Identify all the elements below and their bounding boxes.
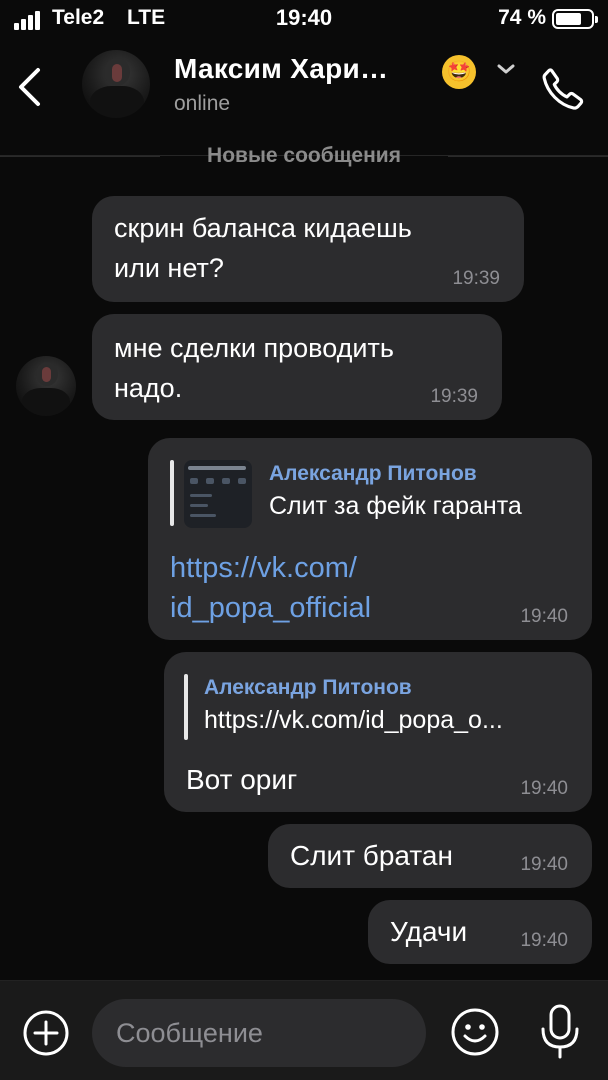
chat-header: Максим Хари… online 🤩 [0, 40, 608, 156]
message-text: мне сделки проводить надо. [114, 333, 394, 403]
header-menu-button[interactable] [494, 58, 518, 80]
reply-quote-bar [184, 674, 188, 740]
outgoing-message-bubble[interactable]: Александр Питонов Слит за фейк гаранта h… [148, 438, 592, 640]
microphone-icon [541, 1004, 579, 1059]
contact-avatar[interactable] [82, 50, 150, 118]
reply-thumbnail [184, 460, 252, 528]
attach-button[interactable] [22, 1009, 70, 1057]
message-composer [0, 980, 608, 1080]
sender-avatar[interactable] [16, 356, 76, 416]
star-struck-emoji-icon: 🤩 [442, 55, 476, 89]
message-time: 19:40 [520, 854, 568, 875]
outgoing-message-bubble[interactable]: Слит братан 19:40 [268, 824, 592, 888]
call-button[interactable] [538, 64, 588, 114]
incoming-message-bubble[interactable]: скрин баланса кидаешь или нет? 19:39 [92, 196, 524, 302]
outgoing-message-bubble[interactable]: Удачи 19:40 [368, 900, 592, 964]
phone-icon [542, 68, 584, 110]
battery-percentage: 74 % [498, 6, 546, 29]
new-messages-divider: Новые сообщения [0, 140, 608, 172]
reply-text: https://vk.com/id_popa_o... [204, 706, 503, 734]
contact-status: online [174, 92, 231, 115]
message-input[interactable] [92, 999, 426, 1067]
chevron-down-icon [497, 64, 515, 74]
message-time: 19:40 [520, 930, 568, 951]
plus-circle-icon [23, 1010, 69, 1056]
message-time: 19:40 [520, 606, 568, 627]
smiley-icon [451, 1008, 499, 1056]
message-link[interactable]: https://vk.com/ id_popa_official [170, 548, 371, 628]
emoji-button[interactable] [450, 1007, 500, 1057]
chevron-left-icon [19, 68, 40, 106]
message-text: Удачи [390, 916, 468, 947]
incoming-message-bubble[interactable]: мне сделки проводить надо. 19:39 [92, 314, 502, 420]
message-time: 19:39 [452, 268, 500, 289]
voice-message-button[interactable] [538, 1003, 582, 1061]
reply-author: Александр Питонов [269, 462, 477, 485]
outgoing-message-bubble[interactable]: Александр Питонов https://vk.com/id_popa… [164, 652, 592, 812]
reply-quote-bar [170, 460, 174, 526]
status-bar: Tele2 LTE 19:40 74 % [0, 0, 608, 40]
message-time: 19:40 [520, 778, 568, 799]
message-text: скрин баланса кидаешь или нет? [114, 213, 412, 283]
message-time: 19:39 [430, 386, 478, 407]
message-text: Вот ориг [186, 764, 298, 795]
contact-name[interactable]: Максим Хари… [174, 53, 388, 85]
new-messages-label: Новые сообщения [207, 144, 401, 167]
reply-author: Александр Питонов [204, 676, 412, 699]
back-button[interactable] [10, 62, 50, 112]
reply-text: Слит за фейк гаранта [269, 492, 522, 520]
battery-icon [552, 9, 598, 29]
message-text: Слит братан [290, 840, 453, 871]
